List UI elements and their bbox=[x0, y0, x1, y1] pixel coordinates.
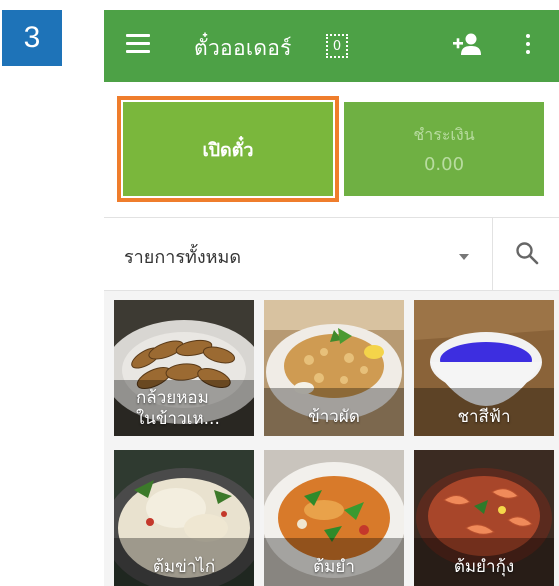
item-tile[interactable]: ต้มยำ bbox=[264, 450, 404, 586]
open-ticket-button[interactable]: เปิดตั๋ว bbox=[117, 96, 339, 202]
item-name: กล้วยหอม ในข้าวเห... bbox=[136, 388, 220, 429]
item-name: ชาสีฟ้า bbox=[457, 407, 511, 427]
item-name: ต้มยำ bbox=[313, 557, 355, 577]
item-tile[interactable]: ต้มยำกุ้ง bbox=[414, 450, 554, 586]
add-user-icon[interactable] bbox=[452, 32, 482, 56]
item-name: ต้มข่าไก่ bbox=[152, 557, 216, 577]
charge-label: ชำระเงิน bbox=[413, 125, 475, 144]
page-title: ตั๋วออเดอร์ bbox=[194, 36, 292, 60]
item-tile[interactable]: ข้าวผัด bbox=[264, 300, 404, 436]
pos-app-screen: ตั๋วออเดอร์ 0 เปิดตั๋ว ชำระเงิน 0.00 ราย… bbox=[104, 10, 559, 586]
step-badge: 3 bbox=[2, 10, 62, 66]
divider bbox=[492, 218, 493, 290]
menu-icon[interactable] bbox=[126, 34, 150, 56]
item-tile[interactable]: ต้มข่าไก่ bbox=[114, 450, 254, 586]
item-grid: กล้วยหอม ในข้าวเห... ข้าวผัด ชาสีฟ้า ต้ม… bbox=[104, 290, 559, 586]
search-icon[interactable] bbox=[514, 240, 540, 266]
item-name: ต้มยำกุ้ง bbox=[453, 557, 515, 577]
charge-button[interactable]: ชำระเงิน 0.00 bbox=[344, 102, 544, 196]
category-select[interactable]: รายการทั้งหมด bbox=[124, 242, 241, 271]
ticket-panel: เปิดตั๋ว ชำระเงิน 0.00 bbox=[104, 82, 559, 217]
app-bar: ตั๋วออเดอร์ 0 bbox=[104, 10, 559, 82]
item-tile[interactable]: กล้วยหอม ในข้าวเห... bbox=[114, 300, 254, 436]
item-filter-bar: รายการทั้งหมด bbox=[104, 217, 559, 291]
item-tile[interactable]: ชาสีฟ้า bbox=[414, 300, 554, 436]
open-ticket-label: เปิดตั๋ว bbox=[202, 139, 254, 161]
charge-amount: 0.00 bbox=[423, 154, 465, 175]
dropdown-arrow-icon[interactable] bbox=[459, 254, 469, 260]
item-name: ข้าวผัด bbox=[308, 407, 360, 427]
ticket-count-badge: 0 bbox=[326, 34, 348, 58]
more-vert-icon[interactable] bbox=[524, 34, 532, 58]
